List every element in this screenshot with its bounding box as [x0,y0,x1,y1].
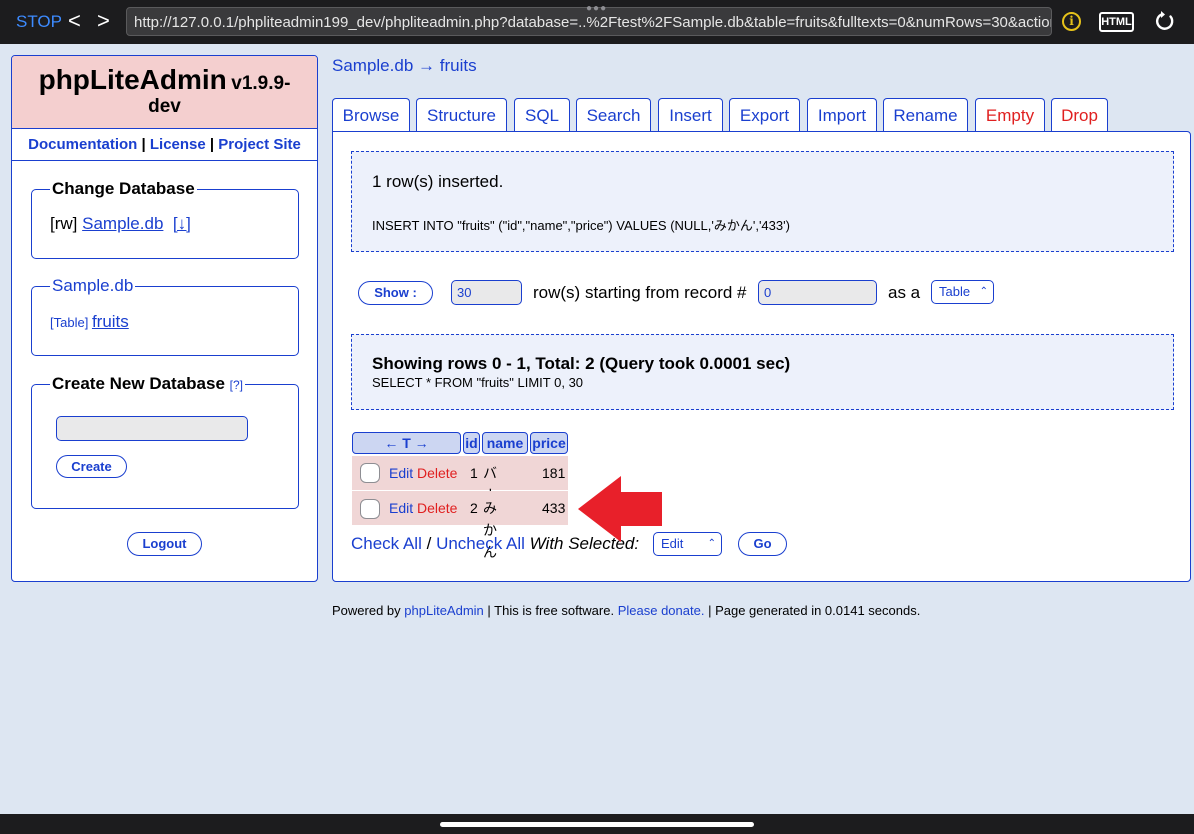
breadcrumb: Sample.db → fruits [332,56,477,76]
current-database-box: Sample.db [Table] fruits [31,276,299,356]
row-checkbox[interactable] [360,499,380,519]
view-mode-value: Table [939,284,971,299]
delete-row-link[interactable]: Delete [417,462,457,484]
column-header-name[interactable]: name [482,432,528,454]
page-footer: Powered by phpLiteAdmin | This is free s… [332,603,920,618]
num-rows-input[interactable]: 30 [451,280,522,305]
table-row [352,491,568,525]
query-message-title: Showing rows 0 - 1, Total: 2 (Query took… [372,354,791,373]
logout-button[interactable]: Logout [127,532,202,556]
check-all-link[interactable]: Check All [351,534,422,553]
row-checkbox[interactable] [360,463,380,483]
slash-separator: / [426,534,432,553]
tab-browse[interactable]: Browse [332,98,410,132]
create-database-label: Create New Database [52,374,225,393]
create-database-box: Create New Database [?] Create [31,374,299,509]
browser-toolbar: STOP < > http://127.0.0.1/phpliteadmin19… [0,0,1194,44]
tab-empty[interactable]: Empty [975,98,1045,132]
bulk-action-value: Edit [661,536,684,551]
tab-structure[interactable]: Structure [416,98,507,132]
app-name: phpLiteAdmin [38,64,227,95]
cell-id: 2 [470,500,478,516]
uncheck-all-link[interactable]: Uncheck All [436,534,525,553]
footer-powered-by: Powered by [332,603,401,618]
edit-row-link[interactable]: Edit [389,462,413,484]
tab-sql[interactable]: SQL [514,98,570,132]
current-database-link[interactable]: Sample.db [50,276,135,296]
footer-app-link[interactable]: phpLiteAdmin [404,603,484,618]
tab-insert[interactable]: Insert [658,98,723,132]
app-version-suffix: dev [148,96,181,117]
query-message-sql: SELECT * FROM "fruits" LIMIT 0, 30 [372,375,584,390]
go-button[interactable]: Go [738,532,787,556]
tab-import[interactable]: Import [807,98,877,132]
link-separator: | [209,136,215,153]
tab-search[interactable]: Search [576,98,651,132]
download-db-link[interactable]: [↓] [173,214,191,233]
insert-message: 1 row(s) inserted. INSERT INTO "fruits" … [351,151,1174,252]
sidebar-links: Documentation | License | Project Site [12,129,317,161]
link-separator: | [141,136,146,153]
sidebar: phpLiteAdmin v1.9.9- dev Documentation |… [11,55,318,582]
cell-price: 181 [542,465,566,481]
create-button[interactable]: Create [56,455,127,478]
home-bar [0,814,1194,834]
browse-panel: 1 row(s) inserted. INSERT INTO "fruits" … [332,131,1191,582]
create-database-title: Create New Database [?] [50,374,245,394]
edit-row-link[interactable]: Edit [389,497,413,519]
tab-rename[interactable]: Rename [883,98,968,132]
database-link[interactable]: Sample.db [82,214,163,233]
documentation-link[interactable]: Documentation [28,136,137,153]
home-indicator[interactable] [440,822,754,827]
as-label: as a [888,283,921,302]
delete-row-link[interactable]: Delete [417,497,457,519]
table-link-fruits[interactable]: fruits [92,312,129,331]
column-header-id[interactable]: id [463,432,480,454]
create-database-help-link[interactable]: [?] [230,378,243,392]
breadcrumb-table-link[interactable]: fruits [440,56,477,75]
info-icon[interactable]: i [1062,12,1081,31]
insert-message-sql: INSERT INTO "fruits" ("id","name","price… [372,218,790,233]
chevron-updown-icon: ⌃ [979,286,988,297]
change-database-box: Change Database [rw] Sample.db [↓] [31,179,299,259]
column-header-toggle[interactable]: ← T → [352,432,461,454]
start-record-input[interactable]: 0 [758,280,877,305]
cell-id: 1 [470,465,478,481]
chevron-updown-icon: ⌃ [707,538,716,549]
license-link[interactable]: License [150,136,206,153]
more-dots-icon[interactable]: ●●● [586,3,607,14]
breadcrumb-db-link[interactable]: Sample.db [332,56,413,75]
forward-icon[interactable]: > [97,8,110,34]
tab-drop[interactable]: Drop [1051,98,1108,132]
html-icon[interactable]: HTML [1099,12,1134,32]
reload-icon[interactable] [1154,10,1176,32]
footer-generated-text: | Page generated in 0.0141 seconds. [708,603,921,618]
change-database-title: Change Database [52,179,195,198]
back-icon[interactable]: < [68,8,81,34]
insert-message-title: 1 row(s) inserted. [372,172,504,191]
red-arrow-icon [578,476,662,542]
footer-donate-link[interactable]: Please donate. [618,603,705,618]
table-row [352,456,568,490]
logo: phpLiteAdmin v1.9.9- dev [12,56,317,129]
rows-label: row(s) starting from record # [533,283,747,302]
footer-free-text: | This is free software. [487,603,615,618]
project-site-link[interactable]: Project Site [218,136,301,153]
query-message: Showing rows 0 - 1, Total: 2 (Query took… [351,334,1174,410]
tab-export[interactable]: Export [729,98,800,132]
stop-button[interactable]: STOP [16,12,62,32]
cell-price: 433 [542,500,566,516]
show-button[interactable]: Show : [358,281,433,305]
app-version: v1.9.9- [231,73,291,94]
breadcrumb-arrow: → [418,56,436,75]
bulk-action-select[interactable]: Edit ⌃ [653,532,722,556]
table-tag: [Table] [50,315,89,330]
new-database-input[interactable] [56,416,248,441]
column-header-price[interactable]: price [530,432,568,454]
db-mode: [rw] [50,214,78,233]
view-mode-select[interactable]: Table ⌃ [931,280,994,304]
